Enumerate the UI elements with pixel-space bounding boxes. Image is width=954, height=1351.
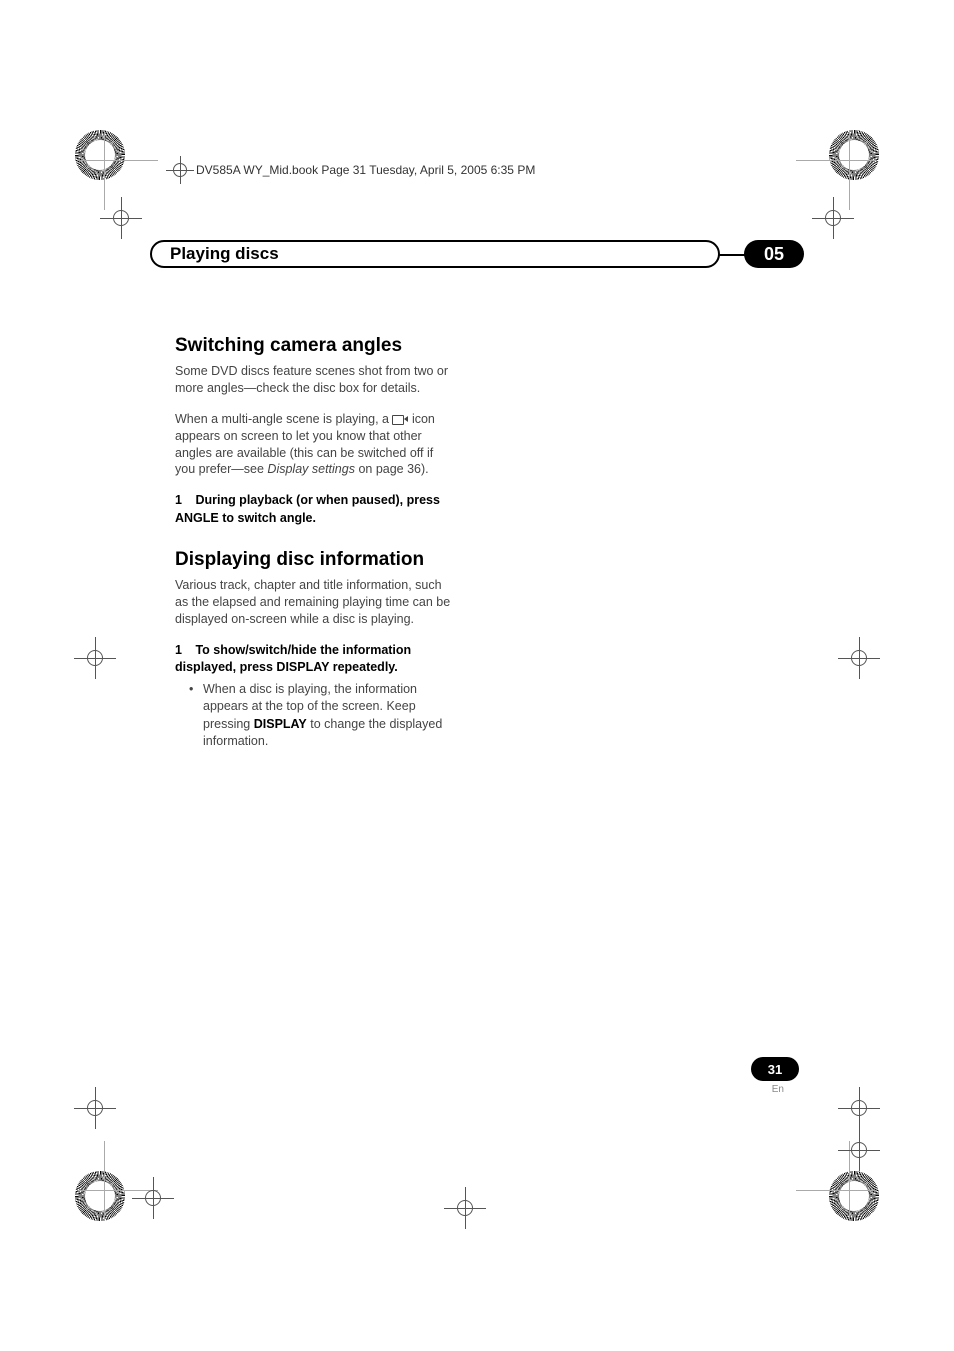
registration-mark: [82, 1095, 108, 1121]
section-heading: Switching camera angles: [175, 335, 455, 357]
crop-corner-tr: [829, 130, 879, 180]
section: Displaying disc information Various trac…: [175, 549, 455, 751]
registration-mark: [846, 1137, 872, 1163]
step-number: 1: [175, 493, 182, 507]
registration-mark: [108, 205, 134, 231]
guide-line: [796, 1190, 876, 1191]
crop-corner-br: [829, 1171, 879, 1221]
body-paragraph: Various track, chapter and title informa…: [175, 577, 455, 628]
registration-mark: [82, 645, 108, 671]
page-number-badge: 31: [751, 1057, 799, 1081]
guide-line: [78, 160, 158, 161]
header-title-pill: Playing discs: [150, 240, 720, 268]
guide-line: [104, 1141, 105, 1221]
book-meta-line: DV585A WY_Mid.book Page 31 Tuesday, Apri…: [170, 160, 535, 180]
guide-line: [796, 160, 876, 161]
page-number: 31: [768, 1062, 782, 1077]
camera-angle-icon: [392, 413, 408, 425]
chapter-number: 05: [764, 244, 784, 265]
registration-mark: [846, 1095, 872, 1121]
meta-text: DV585A WY_Mid.book Page 31 Tuesday, Apri…: [196, 163, 535, 177]
step-text: During playback (or when paused), press …: [175, 493, 440, 525]
page-language: En: [772, 1084, 784, 1095]
text-run: When a multi-angle scene is playing, a: [175, 412, 392, 426]
content-column: Switching camera angles Some DVD discs f…: [175, 335, 455, 751]
numbered-step: 1 To show/switch/hide the information di…: [175, 642, 455, 677]
header-connector-line: [718, 254, 746, 256]
chapter-badge: 05: [744, 240, 804, 268]
step-text: To show/switch/hide the information disp…: [175, 643, 411, 675]
body-paragraph: Some DVD discs feature scenes shot from …: [175, 363, 455, 397]
registration-mark: [846, 645, 872, 671]
text-run: on page 36).: [355, 462, 429, 476]
bullet-list: When a disc is playing, the information …: [175, 681, 455, 751]
registration-mark: [820, 205, 846, 231]
page-header: Playing discs 05: [150, 240, 804, 268]
crop-corner-tl: [75, 130, 125, 180]
header-title: Playing discs: [170, 244, 279, 264]
registration-mark-icon: [170, 160, 190, 180]
bullet-item: When a disc is playing, the information …: [193, 681, 455, 751]
numbered-step: 1 During playback (or when paused), pres…: [175, 492, 455, 527]
crop-corner-bl: [75, 1171, 125, 1221]
body-paragraph: When a multi-angle scene is playing, a i…: [175, 411, 455, 479]
registration-mark: [452, 1195, 478, 1221]
italic-reference: Display settings: [267, 462, 355, 476]
registration-mark: [140, 1185, 166, 1211]
button-label-reference: DISPLAY: [254, 717, 307, 731]
step-number: 1: [175, 643, 182, 657]
guide-line: [104, 130, 105, 210]
section-heading: Displaying disc information: [175, 549, 455, 571]
guide-line: [849, 130, 850, 210]
